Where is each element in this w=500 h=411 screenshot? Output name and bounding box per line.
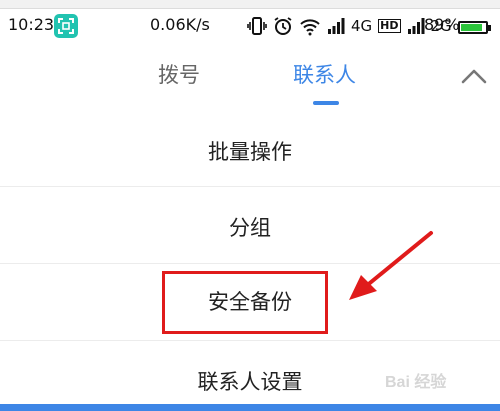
tab-dial[interactable]: 拨号 — [158, 60, 200, 90]
watermark: Bai 经验 — [385, 374, 447, 391]
battery-icon — [458, 21, 488, 34]
battery-fill — [461, 24, 483, 31]
tab-contacts[interactable]: 联系人 — [293, 60, 356, 90]
wifi-icon — [300, 19, 320, 36]
signal-icon — [407, 18, 425, 34]
status-icons: 4G HD 2G — [247, 13, 452, 39]
signal-icon — [328, 18, 345, 34]
battery-cap — [488, 25, 491, 31]
top-strip — [0, 0, 500, 9]
divider — [0, 186, 500, 187]
menu-item-batch-operation[interactable]: 批量操作 — [0, 136, 500, 166]
net-speed: 0.06K/s — [150, 15, 210, 34]
bottom-bar — [0, 404, 500, 411]
annotation-arrow-icon — [349, 231, 433, 300]
network-4g-label: 4G — [351, 17, 373, 35]
scan-icon — [54, 14, 78, 38]
status-bar: 10:23 0.06K/s 4G HD 2G 89% — [0, 9, 500, 43]
active-tab-indicator — [313, 101, 339, 105]
alarm-icon — [274, 17, 292, 35]
chevron-up-icon — [461, 69, 487, 84]
hd-badge: HD — [378, 19, 401, 33]
collapse-button[interactable] — [458, 62, 490, 90]
divider — [0, 340, 500, 341]
battery-percent: 89% — [424, 15, 460, 34]
status-time: 10:23 — [8, 15, 55, 34]
highlight-box — [162, 271, 328, 334]
vibrate-icon — [247, 17, 267, 35]
